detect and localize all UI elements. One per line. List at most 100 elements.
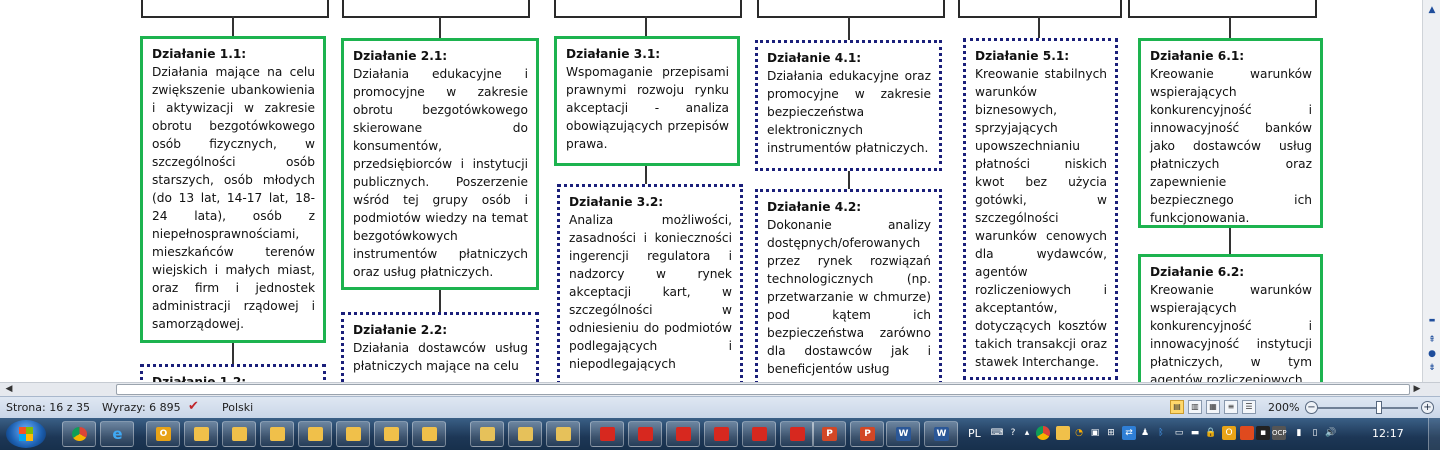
action-title: Działanie 3.1: (566, 47, 661, 61)
action-box-1-1: Działanie 1.1: Działania mające na celu … (140, 36, 326, 343)
connector-line (232, 343, 234, 364)
page-count[interactable]: Strona: 16 z 35 (6, 401, 90, 414)
mail-icon (384, 427, 399, 441)
show-desktop-button[interactable] (1428, 418, 1440, 450)
draft-view-icon[interactable]: ☰ (1242, 400, 1256, 414)
taskbar-folder-3[interactable] (546, 421, 580, 447)
terminal-tray-icon[interactable]: ▪ (1256, 426, 1270, 440)
header-box-1 (141, 0, 329, 18)
battery-tray-icon[interactable]: ▮ (1292, 426, 1306, 440)
display-tray-icon[interactable]: ▬ (1188, 426, 1202, 440)
taskbar-word-1[interactable]: W (886, 421, 920, 447)
document-canvas[interactable]: Działanie 1.1: Działania mające na celu … (0, 0, 1422, 382)
show-hidden-icons-icon[interactable]: ▴ (1020, 426, 1034, 440)
next-page-icon[interactable]: ⇟ (1426, 362, 1438, 374)
power-tray-icon[interactable]: ▯ (1308, 426, 1322, 440)
security-lock-icon[interactable]: 🔒 (1204, 426, 1218, 440)
taskbar-pdf-5[interactable] (742, 421, 776, 447)
remote-access-tray-icon[interactable]: ⇄ (1122, 426, 1136, 440)
outlook-icon: O (156, 427, 171, 441)
input-language-indicator[interactable]: PL (968, 427, 981, 440)
connector-line (1229, 16, 1231, 38)
full-screen-reading-icon[interactable]: ▥ (1188, 400, 1202, 414)
language-indicator[interactable]: Polski (222, 401, 253, 414)
taskbar-mail-4[interactable] (298, 421, 332, 447)
header-box-2 (342, 0, 530, 18)
pdf-icon (676, 427, 691, 441)
previous-page-icon[interactable]: ⇞ (1426, 334, 1438, 346)
volume-icon[interactable]: 🔊 (1324, 426, 1338, 440)
zoom-slider-thumb[interactable] (1376, 401, 1382, 414)
taskbar-pdf-1[interactable] (590, 421, 624, 447)
spelling-check-icon[interactable]: ✔ (188, 399, 199, 414)
device-tray-icon[interactable]: ▣ (1088, 426, 1102, 440)
taskbar-chrome[interactable] (62, 421, 96, 447)
monitor-tray-icon[interactable]: ▭ (1172, 426, 1186, 440)
web-layout-icon[interactable]: ▦ (1206, 400, 1220, 414)
mail-icon (346, 427, 361, 441)
action-text: Działania dostawców usług płatniczych ma… (353, 341, 528, 373)
network-share-tray-icon[interactable]: ⊞ (1104, 426, 1118, 440)
outlook-tray-icon[interactable]: O (1222, 426, 1236, 440)
vertical-scrollbar[interactable]: ▲ ⇞ ● ⇟ ▬ (1422, 0, 1440, 382)
action-text: Dokonanie analizy dostępnych/oferowanych… (767, 218, 931, 376)
taskbar-mail-6[interactable] (374, 421, 408, 447)
outline-view-icon[interactable]: ≡ (1224, 400, 1238, 414)
taskbar-folder-2[interactable] (508, 421, 542, 447)
help-icon[interactable]: ? (1006, 426, 1020, 440)
ocp-tray-icon[interactable]: OCP (1272, 426, 1287, 440)
action-title: Działanie 3.2: (569, 195, 664, 209)
user-tray-icon[interactable]: ♟ (1138, 426, 1152, 440)
browse-object-icon[interactable]: ● (1426, 348, 1438, 360)
taskbar-pdf-2[interactable] (628, 421, 662, 447)
scroll-up-icon[interactable]: ▲ (1426, 4, 1438, 16)
pdf-icon (752, 427, 767, 441)
zoom-in-icon[interactable]: + (1421, 401, 1434, 414)
scroll-left-icon[interactable]: ◀ (2, 383, 16, 396)
action-text: Kreowanie stabilnych warunków biznesowyc… (975, 67, 1107, 369)
page-marker-icon: ▬ (1428, 316, 1436, 324)
taskbar-powerpoint-2[interactable]: P (850, 421, 884, 447)
header-box-6 (1128, 0, 1317, 18)
horizontal-scrollbar[interactable]: ◀ ▶ (0, 382, 1440, 396)
taskbar-pdf-3[interactable] (666, 421, 700, 447)
horizontal-scroll-thumb[interactable] (116, 384, 1410, 395)
taskbar-clock[interactable]: 12:17 (1372, 427, 1404, 440)
word-count[interactable]: Wyrazy: 6 895 (102, 401, 181, 414)
bluetooth-icon[interactable]: ᛒ (1154, 426, 1168, 440)
action-text: Wspomaganie przepisami prawnymi rozwoju … (566, 65, 729, 151)
print-layout-view-icon[interactable]: ▤ (1170, 400, 1184, 414)
taskbar-word-2[interactable]: W (924, 421, 958, 447)
action-box-5-1: Działanie 5.1: Kreowanie stabilnych waru… (963, 38, 1118, 380)
app-tray-icon[interactable] (1240, 426, 1254, 440)
action-title: Działanie 4.2: (767, 200, 862, 214)
zoom-slider-track[interactable] (1318, 407, 1418, 409)
chrome-tray-icon[interactable] (1036, 426, 1050, 440)
taskbar-mail-3[interactable] (260, 421, 294, 447)
zoom-level[interactable]: 200% (1268, 401, 1299, 414)
update-tray-icon[interactable]: ◔ (1072, 426, 1086, 440)
action-box-4-1: Działanie 4.1: Działania edukacyjne oraz… (755, 40, 942, 171)
action-title: Działanie 2.2: (353, 323, 448, 337)
taskbar-pdf-4[interactable] (704, 421, 738, 447)
taskbar-ie[interactable]: e (100, 421, 134, 447)
mail-tray-icon[interactable] (1056, 426, 1070, 440)
taskbar-pdf-6[interactable] (780, 421, 814, 447)
taskbar-powerpoint-1[interactable]: P (812, 421, 846, 447)
taskbar-mail-1[interactable] (184, 421, 218, 447)
taskbar-mail-5[interactable] (336, 421, 370, 447)
start-button[interactable] (6, 420, 46, 448)
header-box-3 (554, 0, 742, 18)
connector-line (645, 166, 647, 184)
taskbar-folder-1[interactable] (470, 421, 504, 447)
pdf-icon (790, 427, 805, 441)
zoom-out-icon[interactable]: − (1305, 401, 1318, 414)
taskbar-mail-7[interactable] (412, 421, 446, 447)
connector-line (1038, 16, 1040, 38)
taskbar-outlook[interactable]: O (146, 421, 180, 447)
keyboard-icon[interactable]: ⌨ (990, 426, 1004, 440)
scroll-right-icon[interactable]: ▶ (1410, 383, 1424, 396)
taskbar-mail-2[interactable] (222, 421, 256, 447)
action-box-2-2: Działanie 2.2: Działania dostawców usług… (341, 312, 539, 382)
action-title: Działanie 5.1: (975, 49, 1070, 63)
